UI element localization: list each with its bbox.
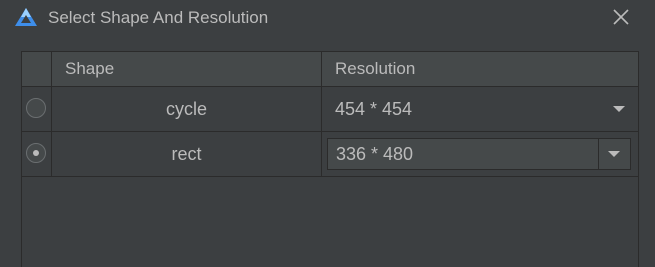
resolution-dropdown-cycle[interactable]: 454 * 454	[335, 87, 635, 131]
dropdown-button[interactable]	[598, 139, 630, 169]
table-row[interactable]: rect 336 * 480	[22, 132, 638, 177]
select-shape-dialog: Select Shape And Resolution Shape Resolu…	[0, 0, 655, 267]
shape-resolution-table: Shape Resolution cycle 454 * 454 rect 33…	[21, 51, 639, 267]
harmony-deveco-logo-icon	[15, 8, 37, 26]
radio-button-rect[interactable]	[26, 143, 46, 163]
column-header-resolution: Resolution	[335, 59, 416, 78]
title-bar: Select Shape And Resolution	[0, 0, 655, 36]
radio-dot	[33, 150, 39, 156]
resolution-cell: 336 * 480	[322, 132, 638, 176]
select-cell	[22, 87, 52, 131]
resolution-value: 454 * 454	[335, 99, 413, 119]
shape-cell: cycle	[52, 87, 322, 131]
shape-cell: rect	[52, 132, 322, 176]
select-cell	[22, 132, 52, 176]
radio-button-cycle[interactable]	[26, 98, 46, 118]
dialog-title: Select Shape And Resolution	[48, 8, 269, 27]
resolution-value: 336 * 480	[336, 144, 414, 164]
column-header-select	[22, 52, 52, 86]
chevron-down-icon	[608, 151, 620, 157]
resolution-dropdown-rect[interactable]: 336 * 480	[327, 138, 631, 170]
chevron-down-icon	[613, 106, 625, 112]
close-icon[interactable]	[611, 7, 631, 27]
column-header-shape: Shape	[52, 52, 322, 86]
resolution-cell: 454 * 454	[322, 87, 638, 131]
table-row[interactable]: cycle 454 * 454	[22, 87, 638, 132]
table-header: Shape Resolution	[22, 52, 638, 87]
